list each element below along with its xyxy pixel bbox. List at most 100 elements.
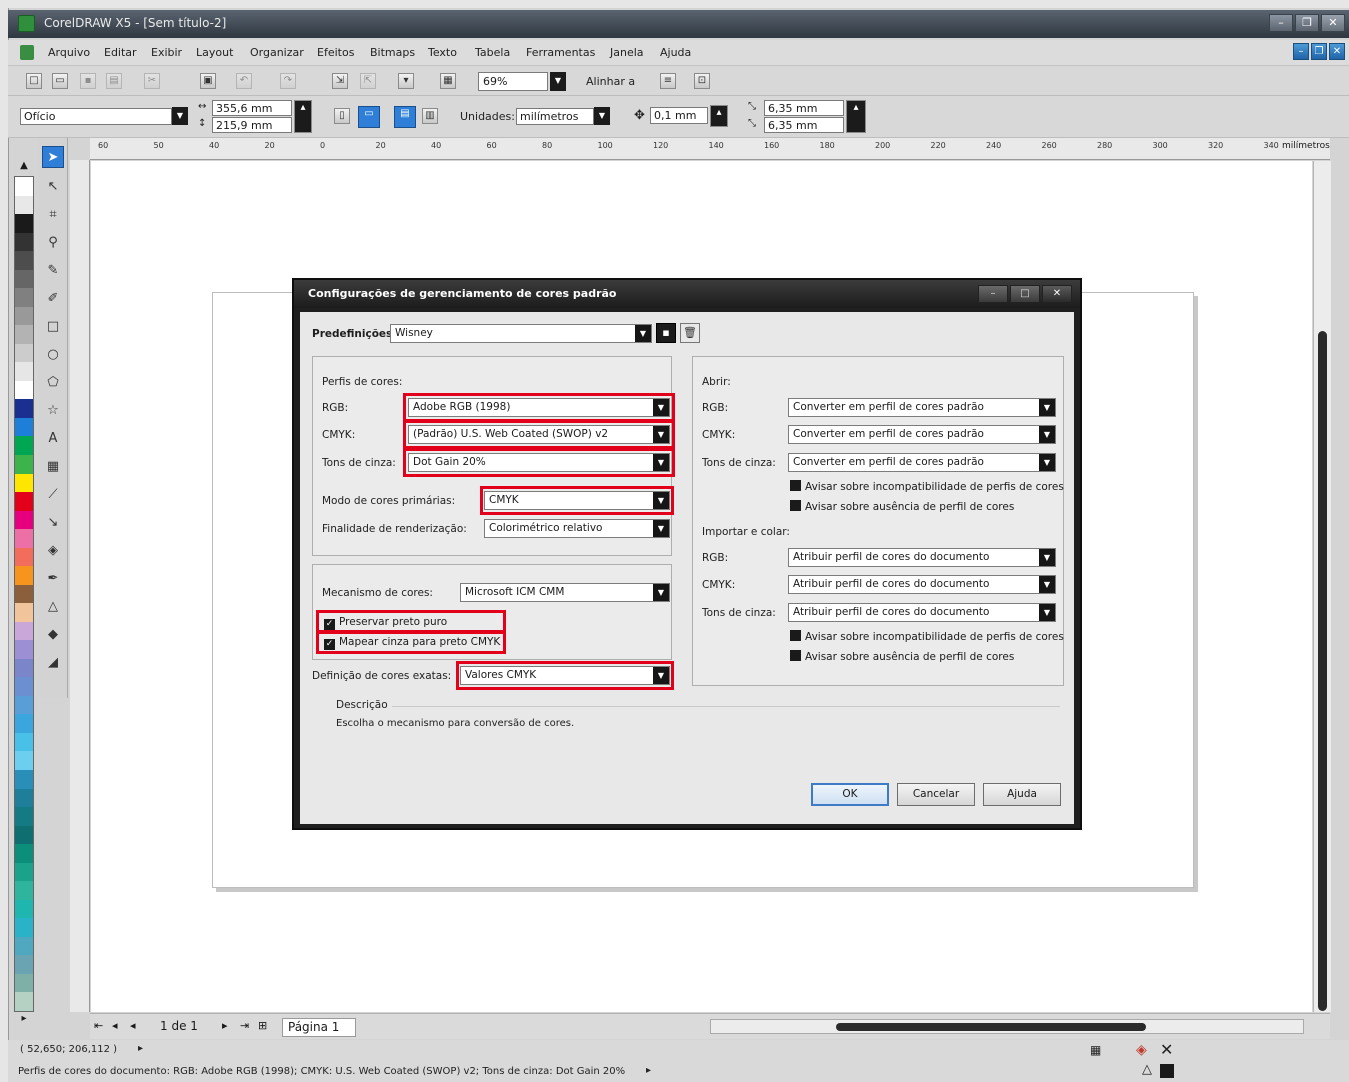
portrait-icon[interactable]: ▯ bbox=[334, 108, 350, 124]
menu-tabela[interactable]: Tabela bbox=[475, 46, 510, 59]
palette-swatch[interactable] bbox=[15, 510, 33, 530]
snap-icon[interactable]: ⊡ bbox=[694, 73, 710, 89]
rendering-intent-select[interactable]: Colorimétrico relativo ▼ bbox=[484, 519, 670, 538]
color-engine-arrow-icon[interactable]: ▼ bbox=[653, 584, 669, 601]
import-cmyk-select[interactable]: Atribuir perfil de cores do documento ▼ bbox=[788, 575, 1056, 594]
horizontal-scroll-thumb[interactable] bbox=[836, 1023, 1146, 1031]
palette-swatch[interactable] bbox=[15, 362, 33, 381]
ok-button[interactable]: OK bbox=[811, 783, 889, 806]
current-page-icon[interactable]: ▥ bbox=[422, 108, 438, 124]
page-height-input[interactable]: 215,9 mm bbox=[212, 117, 292, 133]
palette-swatch[interactable] bbox=[15, 992, 33, 1011]
rendering-intent-arrow-icon[interactable]: ▼ bbox=[653, 520, 669, 537]
next-page-icon[interactable]: ▸ bbox=[222, 1019, 228, 1032]
align-label[interactable]: Alinhar a bbox=[586, 75, 635, 88]
palette-swatch[interactable] bbox=[15, 325, 33, 344]
cut-icon[interactable]: ✂ bbox=[144, 73, 160, 89]
redo-icon[interactable]: ↷ bbox=[280, 73, 296, 89]
prev-page-arrow-icon[interactable]: ◂ bbox=[130, 1019, 136, 1032]
menu-texto[interactable]: Texto bbox=[428, 46, 457, 59]
text-tool-icon[interactable]: A bbox=[42, 428, 64, 450]
print-icon[interactable]: ▤ bbox=[106, 73, 122, 89]
horizontal-ruler[interactable]: 60 50 40 20 0 20 40 60 80 100 120 140 160 180 200 220 24… bbox=[90, 138, 1330, 160]
delete-preset-icon[interactable]: 🗑 bbox=[680, 323, 700, 343]
nudge-input[interactable]: 0,1 mm bbox=[650, 107, 708, 124]
smart-fill-tool-icon[interactable]: ✐ bbox=[42, 288, 64, 310]
open-rgb-select[interactable]: Converter em perfil de cores padrão ▼ bbox=[788, 398, 1056, 417]
import-rgb-select[interactable]: Atribuir perfil de cores do documento ▼ bbox=[788, 548, 1056, 567]
profiles-arrow-icon[interactable]: ▸ bbox=[646, 1065, 651, 1076]
save-preset-icon[interactable]: ▪ bbox=[656, 323, 676, 343]
freehand-tool-icon[interactable]: ✎ bbox=[42, 260, 64, 282]
table-tool-icon[interactable]: ▦ bbox=[42, 456, 64, 478]
menu-layout[interactable]: Layout bbox=[196, 46, 233, 59]
first-page-icon[interactable]: ⇤ bbox=[94, 1019, 103, 1032]
paper-size-select[interactable]: Ofício bbox=[20, 108, 172, 125]
eyedropper-tool-icon[interactable]: ✒ bbox=[42, 568, 64, 590]
dialog-minimize-button[interactable]: – bbox=[978, 285, 1008, 303]
palette-swatch[interactable] bbox=[15, 603, 33, 622]
rectangle-tool-icon[interactable]: □ bbox=[42, 316, 64, 338]
color-engine-select[interactable]: Microsoft ICM CMM ▼ bbox=[460, 583, 670, 602]
zoom-level-input[interactable]: 69% bbox=[478, 72, 548, 91]
palette-swatch[interactable] bbox=[15, 492, 33, 511]
zoom-dropdown-arrow[interactable]: ▼ bbox=[550, 72, 566, 91]
paper-size-arrow[interactable]: ▼ bbox=[172, 107, 188, 125]
cancel-button[interactable]: Cancelar bbox=[897, 783, 975, 806]
palette-swatch[interactable] bbox=[15, 844, 33, 863]
add-page-icon[interactable]: ⊞ bbox=[258, 1019, 267, 1032]
undo-icon[interactable]: ↶ bbox=[236, 73, 252, 89]
welcome-icon[interactable]: ▦ bbox=[440, 73, 456, 89]
maximize-button[interactable]: ❐ bbox=[1295, 14, 1319, 32]
last-page-icon[interactable]: ⇥ bbox=[240, 1019, 249, 1032]
open-cmyk-select[interactable]: Converter em perfil de cores padrão ▼ bbox=[788, 425, 1056, 444]
palette-swatch[interactable] bbox=[15, 918, 33, 937]
menu-ferramentas[interactable]: Ferramentas bbox=[526, 46, 595, 59]
crop-tool-icon[interactable]: ⌗ bbox=[42, 204, 64, 226]
import-warn-missing-checkbox[interactable]: Avisar sobre ausência de perfil de cores bbox=[790, 650, 1014, 663]
palette-swatch[interactable] bbox=[15, 214, 33, 233]
basic-shapes-tool-icon[interactable]: ☆ bbox=[42, 400, 64, 422]
close-button[interactable]: ✕ bbox=[1321, 14, 1345, 32]
palette-swatch[interactable] bbox=[15, 825, 33, 845]
polygon-tool-icon[interactable]: ⬠ bbox=[42, 372, 64, 394]
save-icon[interactable]: ▪ bbox=[80, 73, 96, 89]
page-dims-spinner[interactable]: ▴ bbox=[294, 100, 312, 133]
open-warn-missing-checkbox[interactable]: Avisar sobre ausência de perfil de cores bbox=[790, 500, 1014, 513]
import-gray-select[interactable]: Atribuir perfil de cores do documento ▼ bbox=[788, 603, 1056, 622]
palette-up-icon[interactable]: ▲ bbox=[14, 160, 34, 174]
palette-swatch[interactable] bbox=[15, 269, 33, 289]
ellipse-tool-icon[interactable]: ○ bbox=[42, 344, 64, 366]
fill-indicator-icon[interactable]: ◈ bbox=[1136, 1042, 1147, 1058]
pick-tool-icon[interactable]: ➤ bbox=[42, 146, 64, 168]
units-select[interactable]: milímetros bbox=[516, 108, 594, 125]
presets-select[interactable]: Wisney ▼ bbox=[390, 324, 652, 343]
page-width-input[interactable]: 355,6 mm bbox=[212, 100, 292, 116]
import-rgb-arrow-icon[interactable]: ▼ bbox=[1039, 549, 1055, 566]
open-gray-arrow-icon[interactable]: ▼ bbox=[1039, 454, 1055, 471]
presets-arrow-icon[interactable]: ▼ bbox=[635, 325, 651, 342]
menu-janela[interactable]: Janela bbox=[610, 46, 644, 59]
page-tab[interactable]: Página 1 bbox=[282, 1018, 356, 1037]
palette-swatch[interactable] bbox=[15, 251, 33, 270]
palette-swatch[interactable] bbox=[15, 677, 33, 696]
palette-swatch[interactable] bbox=[15, 732, 33, 752]
export-icon[interactable]: ⇱ bbox=[360, 73, 376, 89]
menu-exibir[interactable]: Exibir bbox=[151, 46, 182, 59]
menu-editar[interactable]: Editar bbox=[104, 46, 137, 59]
import-cmyk-arrow-icon[interactable]: ▼ bbox=[1039, 576, 1055, 593]
palette-swatch[interactable] bbox=[15, 584, 33, 604]
duplicate-spinner[interactable]: ▴ bbox=[846, 100, 866, 133]
dialog-maximize-button[interactable]: □ bbox=[1010, 285, 1040, 303]
open-icon[interactable]: ▭ bbox=[52, 73, 68, 89]
doc-restore-button[interactable]: ❐ bbox=[1311, 43, 1327, 60]
palette-swatch[interactable] bbox=[15, 566, 33, 585]
palette-swatch[interactable] bbox=[15, 417, 33, 437]
palette-swatch[interactable] bbox=[15, 454, 33, 474]
palette-swatch[interactable] bbox=[15, 399, 33, 418]
open-cmyk-arrow-icon[interactable]: ▼ bbox=[1039, 426, 1055, 443]
palette-swatch[interactable] bbox=[15, 899, 33, 919]
menu-organizar[interactable]: Organizar bbox=[250, 46, 304, 59]
shape-tool-icon[interactable]: ↖ bbox=[42, 176, 64, 198]
palette-swatch[interactable] bbox=[15, 177, 33, 196]
